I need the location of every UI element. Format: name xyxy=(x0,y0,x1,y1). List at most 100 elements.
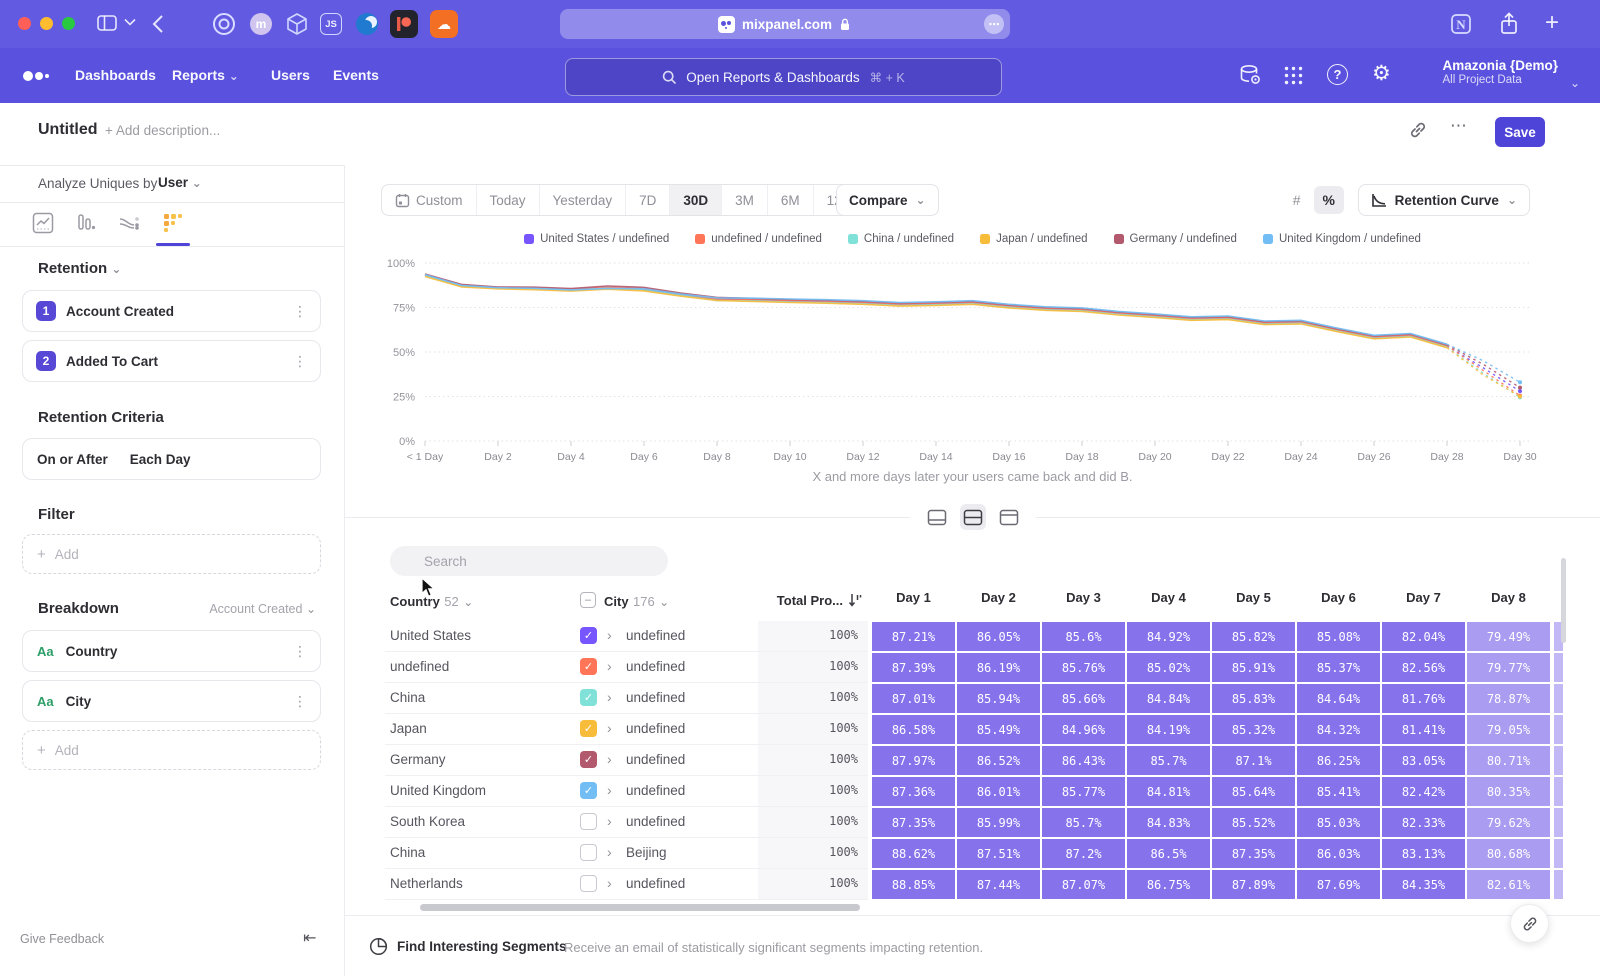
legend-item[interactable]: undefined / undefined xyxy=(695,233,822,245)
legend-item[interactable]: United States / undefined xyxy=(524,233,669,245)
series-checkbox[interactable] xyxy=(580,813,597,830)
kebab-menu-icon[interactable]: ⋮ xyxy=(293,643,308,660)
tab-retention-icon[interactable] xyxy=(161,212,185,234)
table-search-input[interactable] xyxy=(390,546,668,576)
save-button[interactable]: Save xyxy=(1495,117,1545,147)
expand-row-icon[interactable]: › xyxy=(607,844,612,860)
new-tab-icon[interactable]: + xyxy=(1545,9,1559,37)
view-split-icon[interactable] xyxy=(960,504,986,530)
retention-section-header[interactable]: Retention ⌄ xyxy=(38,260,121,277)
nav-reports[interactable]: Reports ⌄ xyxy=(172,67,239,83)
expand-row-icon[interactable]: › xyxy=(607,627,612,643)
series-checkbox[interactable]: ✓ xyxy=(580,627,597,644)
apps-grid-icon[interactable] xyxy=(1283,65,1304,86)
breakdown-add-button[interactable]: + Add xyxy=(22,730,321,770)
add-description[interactable]: + Add description... xyxy=(105,123,220,138)
expand-row-icon[interactable]: › xyxy=(607,751,612,767)
series-checkbox[interactable]: ✓ xyxy=(580,782,597,799)
copy-link-icon[interactable] xyxy=(1408,120,1428,140)
sort-descending-icon[interactable] xyxy=(848,592,862,608)
expand-row-icon[interactable]: › xyxy=(607,689,612,705)
breakdown-scope-dropdown[interactable]: Account Created ⌄ xyxy=(209,602,316,616)
filter-add-button[interactable]: + Add xyxy=(22,534,321,574)
column-header-city[interactable]: City 176 ⌄ xyxy=(604,593,669,611)
range-custom[interactable]: Custom xyxy=(382,185,476,215)
column-header-day-3[interactable]: Day 3 xyxy=(1042,590,1125,605)
range-today[interactable]: Today xyxy=(476,185,539,215)
compare-button[interactable]: Compare⌄ xyxy=(836,184,939,216)
m-extension-icon[interactable]: m xyxy=(250,13,272,35)
expand-row-icon[interactable]: › xyxy=(607,782,612,798)
kebab-menu-icon[interactable]: ⋮ xyxy=(293,353,308,370)
notion-extension-icon[interactable]: N xyxy=(1449,12,1473,36)
kebab-menu-icon[interactable]: ⋮ xyxy=(293,693,308,710)
series-checkbox[interactable]: ✓ xyxy=(580,751,597,768)
column-header-total[interactable]: Total Pro... xyxy=(748,593,843,608)
help-icon[interactable]: ? xyxy=(1327,64,1348,85)
column-header-day-8[interactable]: Day 8 xyxy=(1467,590,1550,605)
share-icon[interactable] xyxy=(1497,11,1521,37)
tab-funnels-icon[interactable] xyxy=(75,212,97,234)
more-options-icon[interactable]: ⋯ xyxy=(1450,116,1468,136)
series-checkbox[interactable]: ✓ xyxy=(580,658,597,675)
unit-percent-toggle[interactable]: % xyxy=(1314,186,1344,214)
browser-extension-icon[interactable] xyxy=(356,13,378,35)
column-header-day-6[interactable]: Day 6 xyxy=(1297,590,1380,605)
column-header-day-7[interactable]: Day 7 xyxy=(1382,590,1465,605)
global-search[interactable]: Open Reports & Dashboards ⌘ + K xyxy=(565,58,1002,96)
traffic-light-minimize[interactable] xyxy=(40,17,53,30)
horizontal-scrollbar[interactable] xyxy=(420,904,860,911)
breakdown-card-country[interactable]: Aa Country ⋮ xyxy=(22,630,321,672)
range-yesterday[interactable]: Yesterday xyxy=(539,185,626,215)
expand-row-icon[interactable]: › xyxy=(607,813,612,829)
column-header-day-1[interactable]: Day 1 xyxy=(872,590,955,605)
criteria-card[interactable]: On or After Each Day xyxy=(22,438,321,480)
expand-row-icon[interactable]: › xyxy=(607,658,612,674)
unit-count-toggle[interactable]: # xyxy=(1282,186,1312,214)
range-30d[interactable]: 30D xyxy=(669,185,721,215)
view-table-only-icon[interactable] xyxy=(996,504,1022,530)
chart-type-dropdown[interactable]: Retention Curve⌄ xyxy=(1358,184,1530,216)
mixpanel-logo[interactable] xyxy=(22,70,52,82)
sidebar-toggle-icon[interactable] xyxy=(96,13,118,33)
traffic-light-close[interactable] xyxy=(18,17,31,30)
series-checkbox[interactable]: ✓ xyxy=(580,720,597,737)
tab-insights-icon[interactable] xyxy=(32,212,54,234)
range-3m[interactable]: 3M xyxy=(721,185,767,215)
collapse-sidebar-icon[interactable]: ⇤ xyxy=(303,928,316,948)
series-checkbox[interactable] xyxy=(580,875,597,892)
legend-item[interactable]: Germany / undefined xyxy=(1114,233,1237,245)
tab-flows-icon[interactable] xyxy=(118,212,142,234)
column-header-day-2[interactable]: Day 2 xyxy=(957,590,1040,605)
give-feedback-link[interactable]: Give Feedback xyxy=(20,932,104,946)
project-switcher[interactable]: Amazonia {Demo} All Project Data xyxy=(1442,58,1558,86)
data-management-icon[interactable] xyxy=(1238,63,1263,88)
nav-dashboards[interactable]: Dashboards xyxy=(75,67,156,83)
address-bar[interactable]: mixpanel.com ⋯ xyxy=(560,9,1010,39)
column-header-day-5[interactable]: Day 5 xyxy=(1212,590,1295,605)
range-6m[interactable]: 6M xyxy=(767,185,813,215)
patreon-extension-icon[interactable] xyxy=(390,10,418,38)
series-checkbox[interactable] xyxy=(580,844,597,861)
soundcloud-extension-icon[interactable]: ☁ xyxy=(430,10,458,38)
legend-item[interactable]: China / undefined xyxy=(848,233,954,245)
step-card-added-to-cart[interactable]: 2 Added To Cart ⋮ xyxy=(22,340,321,382)
expand-row-icon[interactable]: › xyxy=(607,720,612,736)
step-card-account-created[interactable]: 1 Account Created ⋮ xyxy=(22,290,321,332)
share-report-fab[interactable] xyxy=(1510,904,1549,943)
breakdown-card-city[interactable]: Aa City ⋮ xyxy=(22,680,321,722)
nav-events[interactable]: Events xyxy=(333,67,379,83)
column-header-day-4[interactable]: Day 4 xyxy=(1127,590,1210,605)
settings-gear-icon[interactable]: ⚙ xyxy=(1372,61,1391,86)
legend-item[interactable]: United Kingdom / undefined xyxy=(1263,233,1421,245)
range-7d[interactable]: 7D xyxy=(625,185,669,215)
analyze-value-dropdown[interactable]: User ⌄ xyxy=(158,175,202,190)
nav-users[interactable]: Users xyxy=(271,67,310,83)
cube-extension-icon[interactable] xyxy=(285,12,309,36)
tab-overview-chevron-icon[interactable] xyxy=(124,18,136,26)
kebab-menu-icon[interactable]: ⋮ xyxy=(293,303,308,320)
project-chevron-icon[interactable]: ⌄ xyxy=(1570,76,1580,90)
series-checkbox[interactable]: ✓ xyxy=(580,689,597,706)
select-all-checkbox[interactable]: – xyxy=(580,592,596,608)
expand-row-icon[interactable]: › xyxy=(607,875,612,891)
